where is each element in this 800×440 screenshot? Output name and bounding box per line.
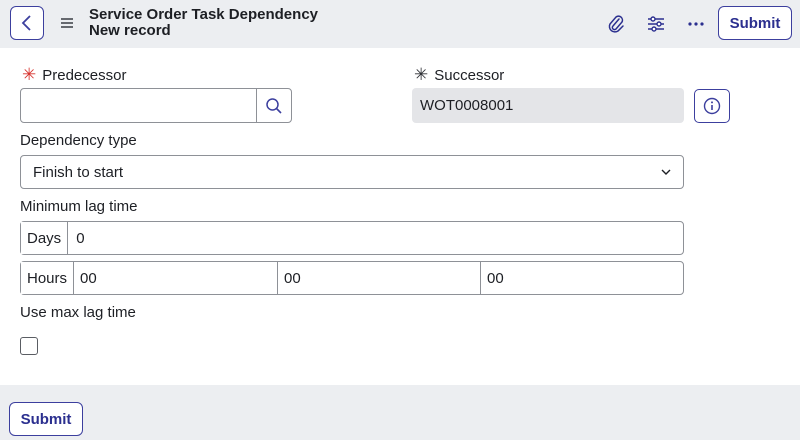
successor-label: ✳ Successor [414, 65, 504, 85]
seconds-input[interactable]: 00 [480, 262, 683, 294]
settings-sliders-icon[interactable] [644, 12, 668, 36]
minutes-input[interactable]: 00 [277, 262, 480, 294]
predecessor-label: ✳ Predecessor [22, 65, 126, 85]
info-icon [703, 97, 721, 115]
min-lag-label: Minimum lag time [20, 198, 138, 215]
predecessor-input[interactable] [20, 88, 257, 123]
min-lag-time-group: Hours 00 00 00 [20, 261, 684, 295]
search-icon [266, 97, 282, 114]
dependency-type-value: Finish to start [33, 163, 124, 181]
successor-info-button[interactable] [694, 89, 730, 123]
dependency-type-select[interactable]: Finish to start [20, 155, 684, 189]
footer-bar [0, 385, 800, 440]
hours-addon: Hours [21, 262, 75, 294]
dependency-type-label: Dependency type [20, 132, 137, 149]
record-title: Service Order Task Dependency [89, 6, 318, 23]
successor-field: WOT0008001 [412, 88, 684, 123]
days-input[interactable]: 0 [68, 222, 683, 254]
required-indicator: ✳ [22, 65, 37, 84]
record-subtitle: New record [89, 22, 171, 39]
days-addon: Days [21, 222, 69, 254]
use-max-lag-checkbox[interactable] [20, 337, 38, 355]
predecessor-lookup-button[interactable] [256, 88, 292, 123]
hours-input[interactable]: 00 [74, 262, 277, 294]
back-button[interactable] [10, 6, 44, 40]
submit-button-footer[interactable]: Submit [9, 402, 83, 436]
successor-label-text: Successor [434, 67, 505, 84]
menu-icon[interactable] [58, 14, 76, 32]
submit-button-header[interactable]: Submit [718, 6, 792, 40]
page-title: Service Order Task Dependency New record [89, 7, 318, 39]
use-max-lag-label: Use max lag time [20, 304, 136, 321]
more-icon[interactable] [684, 12, 708, 36]
required-indicator: ✳ [414, 65, 429, 84]
back-icon [21, 15, 31, 31]
min-lag-days-group: Days 0 [20, 221, 684, 255]
predecessor-label-text: Predecessor [42, 67, 127, 84]
chevron-down-icon [661, 169, 671, 175]
paperclip-icon[interactable] [604, 12, 628, 36]
